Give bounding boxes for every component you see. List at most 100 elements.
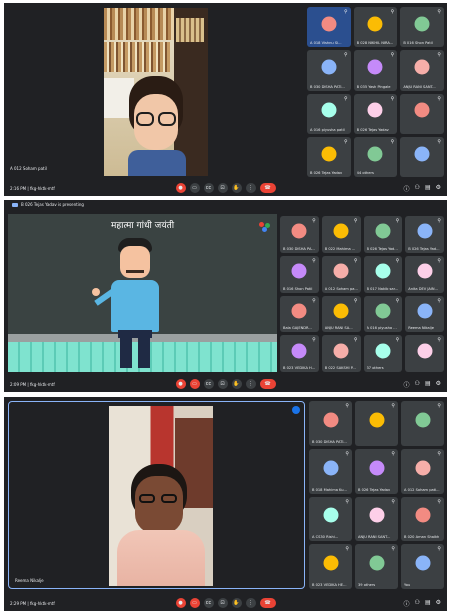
- participant-name: B 016 Shon Patil: [403, 41, 433, 46]
- mic-muted-icon: ⚲: [312, 297, 316, 304]
- participant-tile[interactable]: ⚲ B 028 NIKHIL NIRA...: [353, 7, 398, 48]
- mic-muted-icon: ⚲: [312, 337, 316, 344]
- participant-tile[interactable]: ⚲ ANJU RANI SANT...: [355, 496, 398, 542]
- participant-tile[interactable]: ⚲ 37 others: [363, 335, 403, 372]
- participant-tile[interactable]: ⚲ B 030 DISHA PA...: [280, 216, 319, 253]
- participant-avatar: [414, 146, 430, 162]
- mic-off-button[interactable]: ●: [175, 379, 186, 389]
- participant-tile[interactable]: ⚲ A 012 Soham pati...: [401, 448, 444, 494]
- mic-off-button[interactable]: ●: [175, 598, 186, 608]
- participant-tile[interactable]: ⚲ ANJU RANI SA...: [321, 295, 361, 333]
- more-options-button[interactable]: ⋮: [245, 598, 256, 608]
- participant-tile[interactable]: ⚲: [355, 401, 398, 446]
- participant-tile[interactable]: ⚲ 44 others: [353, 136, 398, 177]
- participant-avatar: [375, 303, 391, 319]
- camera-off-button[interactable]: ▭: [189, 598, 200, 608]
- participant-name: 37 others: [366, 366, 384, 370]
- mic-muted-icon: ⚲: [395, 337, 400, 344]
- info-icon[interactable]: ⓘ: [404, 599, 410, 608]
- participant-tile[interactable]: ⚲ B 023 VEDIKA H...: [280, 335, 319, 372]
- participant-avatar: [417, 223, 433, 239]
- participant-tile[interactable]: ⚲ ANJU RANI SANT...: [400, 50, 444, 91]
- captions-button[interactable]: cc: [203, 183, 214, 193]
- present-button[interactable]: ⊡: [217, 598, 228, 608]
- participant-tile[interactable]: ⚲ B 030 DISHA PATI...: [309, 401, 352, 446]
- raise-hand-button[interactable]: ✋: [231, 598, 242, 608]
- participant-name: 44 others: [356, 171, 374, 175]
- end-call-button[interactable]: ☎: [259, 379, 276, 389]
- participant-tile[interactable]: ⚲ Bala GAJENDR...: [280, 295, 319, 333]
- participant-tile[interactable]: ⚲ B 026 Tejas Yadav: [355, 448, 398, 494]
- people-icon[interactable]: ⚇: [415, 599, 420, 608]
- end-call-button[interactable]: ☎: [259, 598, 276, 608]
- participant-tile[interactable]: ⚲ B 023 VEDIKA HE...: [309, 544, 352, 589]
- participant-tile[interactable]: ⚲ B 026 Tejas Yadav: [353, 93, 398, 134]
- participant-tile[interactable]: ⚲ A 012 Soham pa...: [321, 255, 361, 293]
- mic-muted-icon: ⚲: [312, 218, 316, 224]
- participant-name: B 026 Tejas Yadav: [356, 127, 389, 132]
- mic-muted-icon: ⚲: [343, 95, 348, 102]
- participant-tile[interactable]: ⚲ 39 others: [355, 544, 398, 589]
- participant-avatar: [367, 102, 383, 118]
- participant-tile[interactable]: ⚲ B 018 Mahima Ku...: [309, 448, 352, 494]
- gear-logo-icon: [259, 222, 271, 232]
- end-call-button[interactable]: ☎: [259, 183, 276, 193]
- participant-tile[interactable]: ⚲ A 018 Vishnu Si...: [307, 7, 351, 48]
- people-icon[interactable]: ⚇: [415, 184, 420, 193]
- mic-muted-icon: ⚲: [312, 257, 316, 264]
- participant-avatar: [375, 263, 391, 279]
- present-button[interactable]: ⊡: [217, 379, 228, 389]
- people-icon[interactable]: ⚇: [415, 380, 420, 389]
- participant-tile[interactable]: ⚲ A 016 piyusha patil: [307, 93, 351, 134]
- participant-tile[interactable]: ⚲ A CS30 Rishi...: [309, 496, 352, 542]
- chat-icon[interactable]: ▤: [425, 380, 431, 389]
- activities-icon[interactable]: ⚙: [436, 184, 441, 193]
- control-buttons: ● ▭ cc ⊡ ✋ ⋮ ☎: [175, 183, 276, 193]
- captions-button[interactable]: cc: [203, 598, 214, 608]
- participant-tile[interactable]: ⚲: [400, 136, 444, 177]
- call-controls-bar: 2:09 PM | fkg-hktk-mtf ● ▭ cc ⊡ ✋ ⋮ ☎ ⓘ …: [4, 376, 447, 392]
- participant-name: ANJU RANI SA...: [324, 326, 353, 331]
- participant-name: B 022 SAKSHI P...: [324, 366, 356, 370]
- chat-icon[interactable]: ▤: [425, 599, 431, 608]
- participant-tile[interactable]: ⚲ B 016 Shon Patil: [280, 255, 319, 293]
- mic-muted-icon: ⚲: [343, 138, 348, 145]
- participant-tile[interactable]: ⚲ B 030 DISHA PATI...: [307, 50, 351, 91]
- participant-tile[interactable]: ⚲ B 020 Aman Shaikh: [401, 496, 444, 542]
- mic-muted-icon: ⚲: [345, 546, 349, 553]
- more-options-button[interactable]: ⋮: [245, 379, 256, 389]
- participant-tile[interactable]: ⚲ B 022 SAKSHI P...: [321, 335, 361, 372]
- participant-tile[interactable]: ⚲ B 016 Shon Patil: [400, 7, 444, 48]
- info-icon[interactable]: ⓘ: [404, 184, 410, 193]
- participant-tile[interactable]: ⚲ B 026 Tejas Yad...: [363, 216, 403, 253]
- mic-off-button[interactable]: ●: [175, 183, 186, 193]
- participant-tile[interactable]: ⚲ You: [401, 544, 444, 589]
- activities-icon[interactable]: ⚙: [436, 599, 441, 608]
- participant-tile[interactable]: ⚲ B 026 Tejas Yad...: [405, 216, 444, 253]
- mic-muted-icon: ⚲: [437, 257, 441, 264]
- participant-tile[interactable]: ⚲ A 016 piyusha ...: [363, 295, 403, 333]
- participant-tile[interactable]: ⚲ Reema Nikalje: [405, 295, 444, 333]
- participant-tile[interactable]: ⚲: [400, 93, 444, 134]
- participant-tile[interactable]: ⚲: [405, 335, 444, 372]
- participant-name: B 023 VEDIKA H...: [283, 366, 316, 370]
- activities-icon[interactable]: ⚙: [436, 380, 441, 389]
- camera-off-button[interactable]: ▭: [189, 379, 200, 389]
- camera-button[interactable]: ▭: [189, 183, 200, 193]
- raise-hand-button[interactable]: ✋: [231, 379, 242, 389]
- participant-tile[interactable]: ⚲ B 035 Yash Pingale: [353, 50, 398, 91]
- participant-tile[interactable]: ⚲ B 026 Tejas Yadav: [307, 136, 351, 177]
- info-icon[interactable]: ⓘ: [404, 380, 410, 389]
- participant-tile[interactable]: ⚲: [401, 401, 444, 446]
- raise-hand-button[interactable]: ✋: [231, 183, 242, 193]
- captions-button[interactable]: cc: [203, 379, 214, 389]
- slide-title: महात्मा गांधी जयंती: [110, 221, 175, 231]
- mic-muted-icon: ⚲: [391, 546, 395, 553]
- chat-icon[interactable]: ▤: [425, 184, 431, 193]
- participant-avatar: [323, 555, 338, 571]
- more-options-button[interactable]: ⋮: [245, 183, 256, 193]
- participant-tile[interactable]: ⚲ B 022 Mahima ...: [321, 216, 361, 253]
- participant-tile[interactable]: ⚲ Anita DEV JAIN...: [405, 255, 444, 293]
- participant-tile[interactable]: ⚲ B 017 Nakib sar...: [363, 255, 403, 293]
- present-button[interactable]: ⊡: [217, 183, 228, 193]
